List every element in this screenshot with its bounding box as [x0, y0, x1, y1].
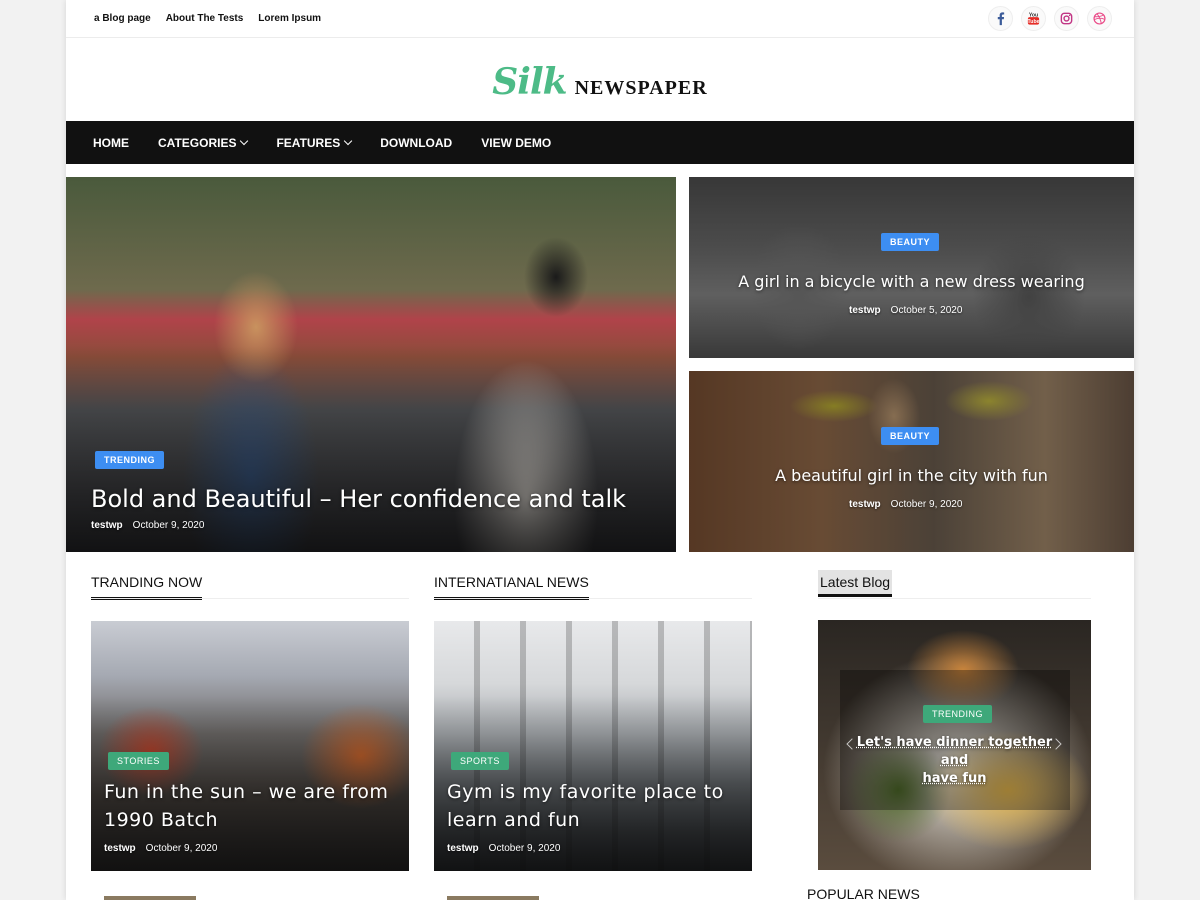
logo-brand: Silk — [492, 60, 567, 103]
title-line: Gym is my favorite place to — [447, 781, 724, 803]
title-line: Fun in the sun – we are from — [104, 781, 389, 803]
logo-area: Silk NEWSPAPER — [66, 38, 1134, 121]
latest-blog-badge[interactable]: TRENDING — [923, 705, 992, 723]
post-author[interactable]: testwp — [849, 305, 881, 316]
international-post-card[interactable]: SPORTS Gym is my favorite place to learn… — [434, 621, 752, 871]
post-date: October 5, 2020 — [890, 305, 963, 316]
hero-main-post[interactable]: TRENDING Bold and Beautiful – Her confid… — [66, 177, 676, 552]
hero-side-overlay-2 — [689, 371, 1134, 552]
hero-main-meta: testwp October 9, 2020 — [91, 520, 204, 531]
hero-side-post-1[interactable]: BEAUTY A girl in a bicycle with a new dr… — [689, 177, 1134, 358]
trending-post-meta: testwp October 9, 2020 — [104, 843, 217, 854]
dribbble-icon[interactable] — [1087, 6, 1112, 31]
nav-label: DOWNLOAD — [380, 135, 453, 150]
section-heading-latest: Latest Blog — [818, 570, 893, 597]
section-title-international: INTERNATIANAL NEWS — [434, 574, 589, 600]
top-links: a Blog page About The Tests Lorem Ipsum — [94, 13, 321, 24]
chevron-down-icon — [343, 136, 353, 145]
chevron-down-icon — [240, 136, 249, 145]
youtube-icon[interactable]: Tube You — [1021, 6, 1046, 31]
nav-label: CATEGORIES — [158, 135, 237, 150]
hero-side-badge-2[interactable]: BEAUTY — [881, 427, 940, 445]
section-divider — [91, 598, 409, 599]
international-list-thumbnail[interactable] — [447, 896, 539, 900]
post-date: October 9, 2020 — [132, 520, 205, 531]
nav-label: VIEW DEMO — [481, 135, 552, 150]
hero-side-badge-1[interactable]: BEAUTY — [881, 233, 940, 251]
hero-side-overlay-1 — [689, 177, 1134, 358]
hero-side-meta-1: testwp October 5, 2020 — [849, 305, 962, 316]
section-heading-trending: TRANDING NOW — [91, 574, 203, 600]
title-line: have fun — [922, 771, 987, 786]
hero-side-title-2[interactable]: A beautiful girl in the city with fun — [689, 466, 1134, 485]
trending-post-title[interactable]: Fun in the sun – we are from 1990 Batch — [104, 778, 388, 834]
post-date: October 9, 2020 — [890, 499, 963, 510]
main-nav: HOME CATEGORIES FEATURES DOWNLOAD VIEW D… — [66, 121, 1134, 164]
title-line: learn and fun — [447, 809, 581, 831]
section-title-popular: POPULAR NEWS — [807, 886, 920, 900]
post-author[interactable]: testwp — [104, 843, 136, 854]
international-post-title[interactable]: Gym is my favorite place to learn and fu… — [447, 778, 724, 834]
title-line: Let's have dinner together and — [856, 735, 1053, 768]
top-link-lorem-ipsum[interactable]: Lorem Ipsum — [258, 13, 321, 24]
section-title-latest: Latest Blog — [818, 570, 893, 597]
trending-post-badge[interactable]: STORIES — [108, 752, 169, 770]
nav-item-download[interactable]: DOWNLOAD — [380, 136, 452, 150]
nav-item-view-demo[interactable]: VIEW DEMO — [481, 136, 551, 150]
section-divider — [434, 598, 752, 599]
top-link-about-tests[interactable]: About The Tests — [166, 13, 244, 24]
page: a Blog page About The Tests Lorem Ipsum … — [66, 0, 1134, 900]
hero-main-badge[interactable]: TRENDING — [95, 451, 164, 469]
section-title-trending: TRANDING NOW — [91, 574, 203, 600]
post-date: October 9, 2020 — [145, 843, 218, 854]
svg-text:Tube: Tube — [1028, 19, 1040, 25]
top-bar: a Blog page About The Tests Lorem Ipsum … — [66, 0, 1134, 38]
logo-name: NEWSPAPER — [574, 76, 708, 99]
international-post-badge[interactable]: SPORTS — [451, 752, 509, 770]
international-post-meta: testwp October 9, 2020 — [447, 843, 560, 854]
post-author[interactable]: testwp — [849, 499, 881, 510]
site-logo[interactable]: Silk NEWSPAPER — [492, 61, 707, 103]
svg-text:You: You — [1029, 12, 1038, 18]
post-date: October 9, 2020 — [488, 843, 561, 854]
hero-side-meta-2: testwp October 9, 2020 — [849, 499, 962, 510]
post-author[interactable]: testwp — [91, 520, 123, 531]
facebook-icon[interactable] — [988, 6, 1013, 31]
hero-side-title-1[interactable]: A girl in a bicycle with a new dress wea… — [689, 272, 1134, 291]
latest-blog-slider[interactable]: TRENDING Let's have dinner together and … — [818, 620, 1091, 870]
instagram-icon[interactable] — [1054, 6, 1079, 31]
nav-item-categories[interactable]: CATEGORIES — [158, 135, 249, 150]
trending-list-thumbnail[interactable] — [104, 896, 196, 900]
social-links: Tube You — [988, 6, 1112, 31]
trending-post-card[interactable]: STORIES Fun in the sun – we are from 199… — [91, 621, 409, 871]
hero-section: TRENDING Bold and Beautiful – Her confid… — [66, 177, 1134, 552]
nav-item-home[interactable]: HOME — [93, 136, 129, 150]
latest-blog-title[interactable]: Let's have dinner together and have fun — [848, 734, 1061, 788]
nav-label: FEATURES — [276, 135, 341, 150]
nav-label: HOME — [93, 135, 129, 150]
hero-main-title[interactable]: Bold and Beautiful – Her confidence and … — [91, 485, 626, 513]
section-heading-international: INTERNATIANAL NEWS — [434, 574, 589, 600]
top-link-blog-page[interactable]: a Blog page — [94, 13, 151, 24]
hero-side-post-2[interactable]: BEAUTY A beautiful girl in the city with… — [689, 371, 1134, 552]
section-divider — [818, 598, 1091, 599]
post-author[interactable]: testwp — [447, 843, 479, 854]
nav-item-features[interactable]: FEATURES — [276, 135, 353, 150]
title-line: 1990 Batch — [104, 809, 219, 831]
